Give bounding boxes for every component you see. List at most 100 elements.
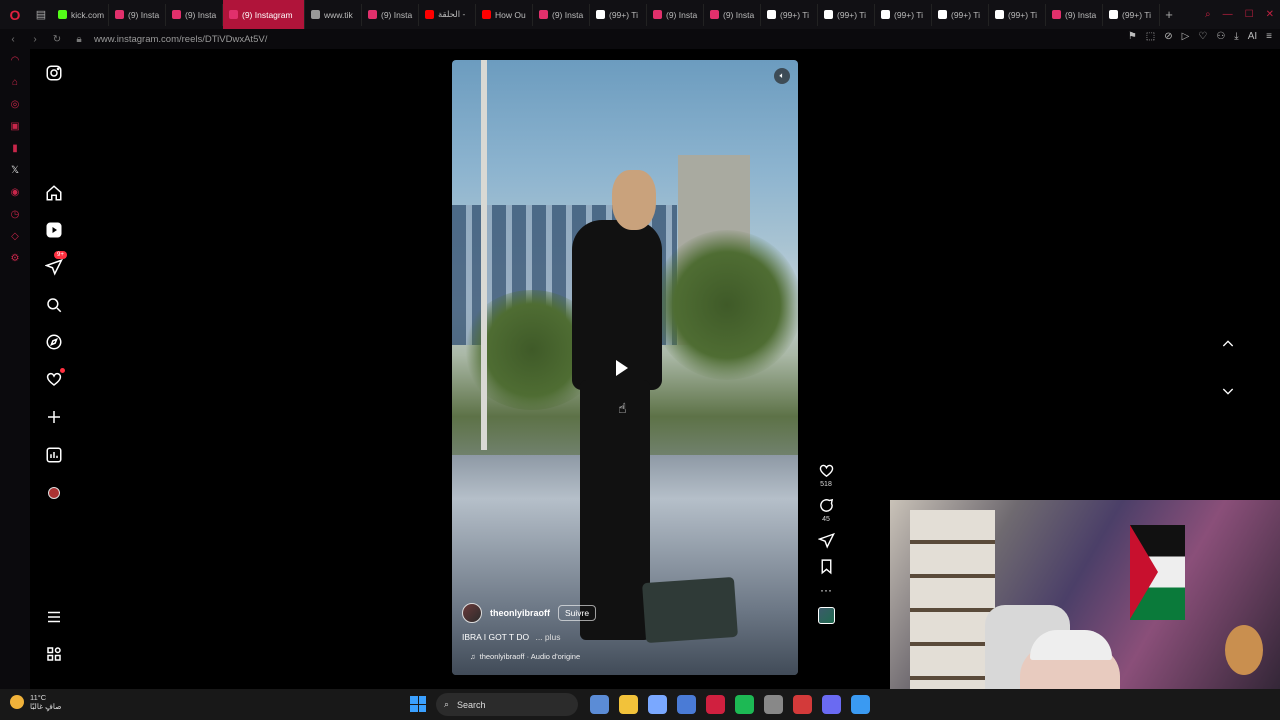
- browser-tab[interactable]: (9) Insta: [647, 3, 704, 26]
- taskbar-app-icon[interactable]: [851, 695, 870, 714]
- account-icon[interactable]: ⚇: [1216, 31, 1225, 42]
- download-icon[interactable]: ⤓: [1234, 31, 1238, 42]
- weather-widget[interactable]: 11°C صافٍ غالبًا: [10, 693, 62, 711]
- taskbar-search[interactable]: ⌕ Search: [436, 693, 578, 716]
- tab-label: (99+) Ti: [894, 9, 924, 20]
- easy-setup-icon[interactable]: ≡: [1266, 31, 1272, 42]
- audio-link[interactable]: ♫ theonlyibraoff · Audio d'origine: [470, 652, 782, 661]
- instagram-logo-icon[interactable]: [44, 63, 64, 83]
- opera-sidebar: ◠ ⌂ ◎ ▣ ▮ 𝕏 ◉ ◷ ◇ ⚙: [0, 49, 30, 689]
- settings-icon[interactable]: ⚙: [11, 253, 20, 265]
- twitch-icon[interactable]: ▮: [12, 143, 18, 155]
- previous-reel-button[interactable]: [1214, 330, 1242, 358]
- ellipsis-icon: ···: [820, 583, 832, 597]
- messages-icon[interactable]: 9+: [44, 251, 67, 277]
- minimize-icon[interactable]: —: [1223, 9, 1233, 20]
- home-icon[interactable]: [44, 183, 64, 203]
- share-button[interactable]: [817, 532, 835, 549]
- workspace-icon[interactable]: ⌂: [12, 77, 18, 89]
- save-button[interactable]: [818, 558, 835, 575]
- player-sidebar-icon[interactable]: ◉: [11, 187, 20, 199]
- search-icon[interactable]: [44, 295, 64, 315]
- forward-icon[interactable]: ›: [26, 34, 44, 45]
- browser-tab[interactable]: (9) Insta: [166, 3, 223, 26]
- author-avatar[interactable]: [462, 603, 482, 623]
- tab-label: (9) Insta: [552, 9, 584, 20]
- next-reel-button[interactable]: [1214, 377, 1242, 405]
- player-icon[interactable]: ▷: [1182, 31, 1190, 42]
- follow-button[interactable]: Suivre: [558, 605, 597, 621]
- play-icon[interactable]: [616, 360, 628, 376]
- taskbar-app-icon[interactable]: [590, 695, 609, 714]
- caption-more-link[interactable]: ... plus: [535, 632, 560, 642]
- browser-tab[interactable]: kick.com: [52, 3, 109, 26]
- flag-image: [1130, 525, 1185, 620]
- aria-icon[interactable]: ◠: [11, 55, 20, 67]
- taskbar-app-icon[interactable]: [793, 695, 812, 714]
- speed-dial-icon[interactable]: ▣: [10, 121, 19, 133]
- close-icon[interactable]: ✕: [1266, 9, 1274, 20]
- taskbar-app-icon[interactable]: [735, 695, 754, 714]
- browser-tab[interactable]: (9) Insta: [533, 3, 590, 26]
- browser-tab[interactable]: (9) Insta: [109, 3, 166, 26]
- taskbar-app-icon[interactable]: [822, 695, 841, 714]
- dashboard-icon[interactable]: [44, 445, 64, 465]
- create-icon[interactable]: [44, 407, 64, 427]
- browser-tab[interactable]: (9) Insta: [704, 3, 761, 26]
- x-icon[interactable]: 𝕏: [11, 165, 19, 177]
- reels-icon[interactable]: [44, 220, 64, 240]
- browser-tab[interactable]: (99+) Ti: [818, 3, 875, 26]
- new-tab-button[interactable]: +: [1160, 7, 1178, 22]
- more-options-button[interactable]: ···: [820, 584, 832, 596]
- taskbar-app-icon[interactable]: [648, 695, 667, 714]
- profile-avatar[interactable]: [44, 483, 64, 503]
- back-icon[interactable]: ‹: [4, 34, 22, 45]
- tab-manager-icon[interactable]: ▤: [30, 8, 52, 21]
- tab-label: الحلقة -: [438, 9, 466, 19]
- browser-tab[interactable]: (99+) Ti: [590, 3, 647, 26]
- browser-tab[interactable]: الحلقة -: [419, 3, 476, 26]
- opera-logo-icon[interactable]: O: [0, 0, 30, 29]
- instagram-nav: 9+: [30, 49, 78, 689]
- maximize-icon[interactable]: ☐: [1245, 9, 1254, 20]
- taskbar-app-icon[interactable]: [706, 695, 725, 714]
- adblock-icon[interactable]: ⊘: [1164, 31, 1172, 42]
- tab-favicon-icon: [425, 10, 434, 19]
- notifications-heart-icon[interactable]: [44, 368, 65, 389]
- browser-tab[interactable]: (9) Insta: [1046, 3, 1103, 26]
- explore-icon[interactable]: [44, 332, 64, 352]
- taskbar-app-icon[interactable]: [764, 695, 783, 714]
- history-icon[interactable]: ◷: [11, 209, 20, 221]
- browser-tab[interactable]: (9) Insta: [362, 3, 419, 26]
- taskbar-app-icon[interactable]: [677, 695, 696, 714]
- browser-tab[interactable]: (9) Instagram: [223, 0, 305, 29]
- reload-icon[interactable]: ↻: [48, 34, 66, 45]
- browser-tab[interactable]: (99+) Ti: [1103, 3, 1160, 26]
- tab-label: kick.com: [71, 9, 105, 20]
- bookmark-icon[interactable]: ⚑: [1128, 31, 1137, 42]
- snapshot-icon[interactable]: ⬚: [1146, 31, 1155, 42]
- browser-tab[interactable]: (99+) Ti: [875, 3, 932, 26]
- pinboard-icon[interactable]: ◇: [11, 231, 19, 243]
- heart-icon[interactable]: ♡: [1198, 31, 1207, 42]
- search-tabs-icon[interactable]: ⌕: [1205, 9, 1211, 20]
- reel-video[interactable]: 🔈︎ ☝︎ theonlyibraoff Suivre IBRA I GOT T…: [452, 60, 798, 675]
- mute-toggle-icon[interactable]: 🔈︎: [774, 68, 790, 84]
- browser-tab[interactable]: (99+) Ti: [932, 3, 989, 26]
- browser-tab[interactable]: www.tik: [305, 3, 362, 26]
- like-button[interactable]: 518: [818, 462, 835, 488]
- aria-ai-button[interactable]: AI: [1248, 31, 1257, 42]
- url-field[interactable]: www.instagram.com/reels/DTiVDwxAt5V/: [94, 34, 267, 45]
- also-from-meta-icon[interactable]: [44, 644, 64, 664]
- comment-button[interactable]: 45: [818, 497, 835, 523]
- browser-tab[interactable]: (99+) Ti: [761, 3, 818, 26]
- author-username[interactable]: theonlyibraoff: [490, 608, 550, 618]
- browser-tab[interactable]: (99+) Ti: [989, 3, 1046, 26]
- browser-tab[interactable]: How Ou: [476, 3, 533, 26]
- messenger-icon[interactable]: ◎: [11, 99, 20, 111]
- audio-thumbnail[interactable]: [817, 607, 835, 624]
- chevron-down-icon: [1222, 388, 1234, 395]
- windows-start-icon[interactable]: [410, 696, 426, 712]
- more-menu-icon[interactable]: [44, 607, 64, 627]
- taskbar-app-icon[interactable]: [619, 695, 638, 714]
